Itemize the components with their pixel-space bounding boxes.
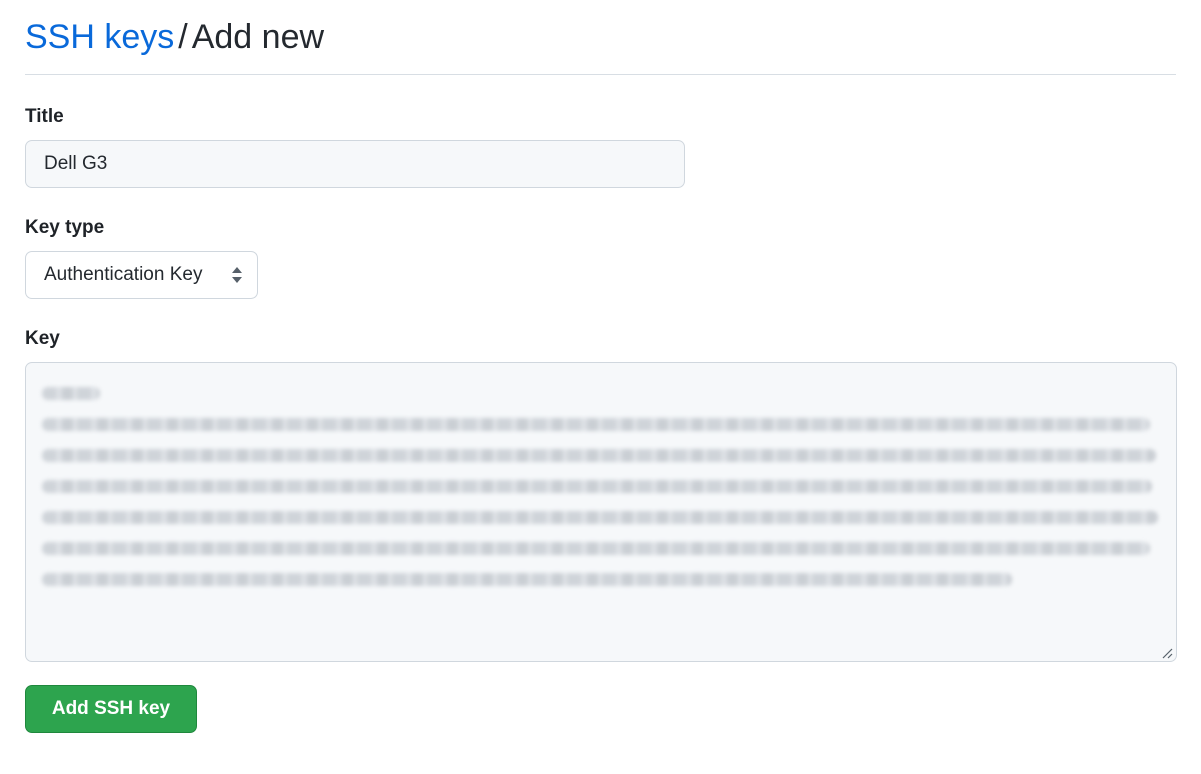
page-header: SSH keys / Add new — [25, 14, 1176, 75]
blurred-key-line — [42, 387, 100, 400]
key-type-selected-value: Authentication Key — [44, 264, 203, 285]
resize-handle-icon[interactable] — [1161, 646, 1173, 659]
key-type-label: Key type — [25, 217, 105, 238]
blurred-key-line — [42, 511, 1158, 524]
blurred-key-line — [42, 480, 1152, 493]
breadcrumb-separator: / — [178, 18, 188, 56]
blurred-key-line — [42, 418, 1150, 431]
key-textarea[interactable] — [25, 362, 1177, 662]
blurred-key-line — [42, 449, 1156, 462]
add-ssh-key-button[interactable]: Add SSH key — [25, 685, 197, 733]
updown-arrows-icon — [231, 266, 243, 284]
title-label: Title — [25, 106, 64, 127]
title-input[interactable] — [25, 140, 685, 188]
breadcrumb-current: Add new — [191, 18, 325, 56]
add-ssh-key-page: SSH keys/Add new Title Key type Authenti… — [0, 0, 1201, 774]
blurred-key-line — [42, 573, 1012, 586]
page-title: SSH keys / Add new — [25, 14, 1176, 60]
key-label: Key — [25, 328, 60, 349]
breadcrumb-ssh-keys-link[interactable]: SSH keys — [25, 18, 174, 56]
blurred-key-line — [42, 542, 1150, 555]
key-type-select[interactable]: Authentication Key — [25, 251, 258, 299]
